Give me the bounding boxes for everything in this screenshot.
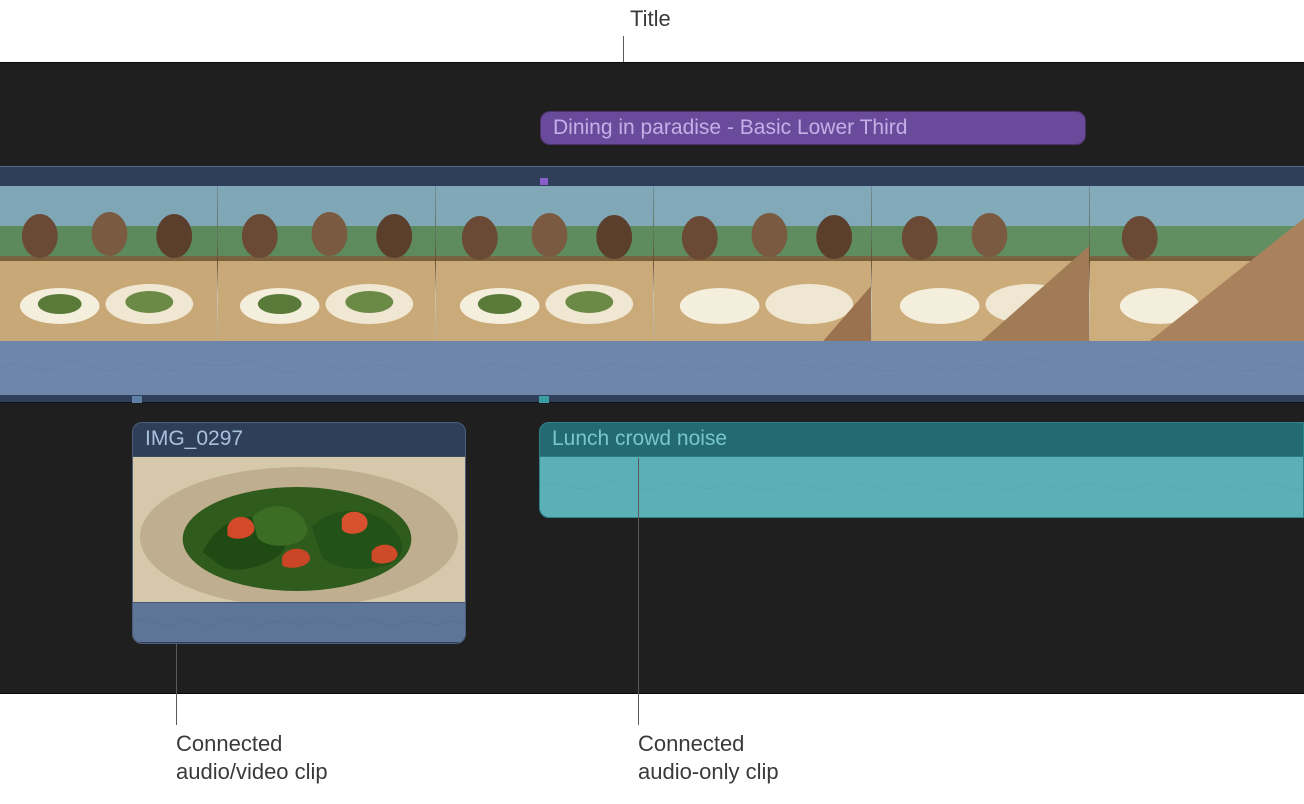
connected-audio-clip-waveform xyxy=(540,457,1303,517)
callout-line-audio-clip xyxy=(638,458,639,725)
filmstrip-thumb xyxy=(654,186,872,341)
annotation-audio-clip-line1: Connected xyxy=(638,730,779,758)
callout-line-av-clip xyxy=(176,644,177,725)
connection-indicator-audio-clip xyxy=(539,396,549,403)
annotation-title: Title xyxy=(630,6,671,32)
annotation-av-clip: Connected audio/video clip xyxy=(176,730,328,786)
connected-audio-clip[interactable]: Lunch crowd noise xyxy=(539,422,1304,518)
filmstrip-thumb xyxy=(1090,186,1304,341)
annotation-audio-clip-line2: audio-only clip xyxy=(638,758,779,786)
connection-indicator-video-clip xyxy=(132,396,142,403)
connected-video-clip-thumbnail xyxy=(133,457,465,602)
primary-storyline[interactable] xyxy=(0,166,1304,403)
connected-video-clip-audio-waveform xyxy=(133,602,465,642)
connected-video-clip-label: IMG_0297 xyxy=(133,423,465,457)
timeline[interactable]: Dining in paradise - Basic Lower Third xyxy=(0,62,1304,694)
title-clip[interactable]: Dining in paradise - Basic Lower Third xyxy=(540,111,1086,145)
annotation-av-clip-line1: Connected xyxy=(176,730,328,758)
filmstrip-thumb xyxy=(0,186,218,341)
connection-row xyxy=(0,395,1304,404)
filmstrip[interactable] xyxy=(0,186,1304,341)
filmstrip-thumb xyxy=(218,186,436,341)
storyline-header-gap xyxy=(0,167,1304,186)
annotation-audio-clip: Connected audio-only clip xyxy=(638,730,779,786)
annotation-av-clip-line2: audio/video clip xyxy=(176,758,328,786)
storyline-audio-waveform[interactable] xyxy=(0,341,1304,395)
filmstrip-thumb xyxy=(872,186,1090,341)
filmstrip-thumb xyxy=(436,186,654,341)
connection-indicator-title xyxy=(540,178,548,185)
connected-audio-clip-label: Lunch crowd noise xyxy=(540,423,1303,457)
connected-video-clip[interactable]: IMG_0297 xyxy=(132,422,466,644)
